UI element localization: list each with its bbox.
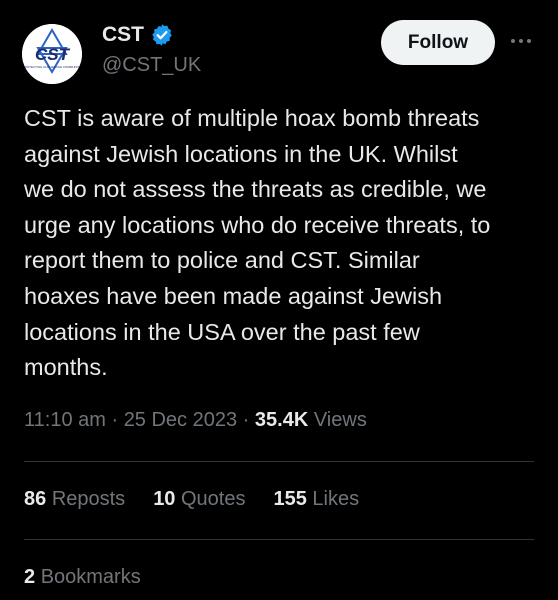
- divider: [24, 461, 534, 462]
- reposts-stat[interactable]: 86 Reposts: [24, 485, 125, 513]
- tweet-meta: 11:10 am · 25 Dec 2023 · 35.4K Views: [24, 406, 367, 434]
- quotes-count: 10: [153, 488, 176, 510]
- avatar-logo-text: CST: [35, 45, 71, 64]
- tweet-time[interactable]: 11:10 am: [24, 409, 106, 431]
- likes-stat[interactable]: 155 Likes: [273, 485, 359, 513]
- quotes-label: Quotes: [181, 488, 246, 510]
- tweet-card: CST PROTECTING OUR JEWISH COMMUNITY CST …: [0, 0, 558, 600]
- bookmarks-count: 2: [24, 566, 36, 588]
- follow-button[interactable]: Follow: [381, 20, 495, 65]
- bookmarks-stat[interactable]: 2 Bookmarks: [24, 563, 141, 591]
- more-options-icon[interactable]: [509, 34, 533, 48]
- views-count: 35.4K: [254, 409, 309, 431]
- user-handle[interactable]: @CST_UK: [102, 52, 201, 78]
- views-label: Views: [313, 409, 367, 431]
- tweet-text: CST is aware of multiple hoax bomb threa…: [24, 105, 491, 381]
- cst-logo-icon: CST PROTECTING OUR JEWISH COMMUNITY: [22, 24, 82, 84]
- bookmarks-label: Bookmarks: [40, 566, 141, 588]
- engagement-stats: 86 Reposts 10 Quotes 155 Likes: [24, 485, 387, 513]
- avatar-logo-subtext: PROTECTING OUR JEWISH COMMUNITY: [23, 65, 82, 69]
- likes-label: Likes: [312, 488, 360, 510]
- meta-separator: ·: [105, 409, 124, 431]
- display-name[interactable]: CST: [102, 22, 144, 48]
- divider: [24, 539, 534, 540]
- meta-separator: ·: [237, 409, 255, 431]
- likes-count: 155: [273, 488, 307, 510]
- reposts-count: 86: [24, 488, 47, 510]
- tweet-date[interactable]: 25 Dec 2023: [124, 409, 237, 431]
- verified-badge-icon: [152, 24, 172, 46]
- avatar[interactable]: CST PROTECTING OUR JEWISH COMMUNITY: [22, 24, 82, 84]
- quotes-stat[interactable]: 10 Quotes: [153, 485, 245, 513]
- reposts-label: Reposts: [51, 488, 126, 510]
